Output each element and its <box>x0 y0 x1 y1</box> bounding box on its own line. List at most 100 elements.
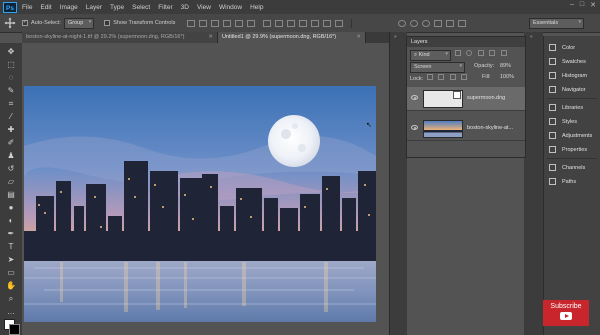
menu-view[interactable]: View <box>197 4 211 11</box>
filter-type-icon[interactable] <box>477 50 484 56</box>
zoom-tool-icon[interactable]: ⌕ <box>5 294 17 304</box>
eraser-tool-icon[interactable]: ▱ <box>5 177 17 187</box>
3d-rotate-icon[interactable] <box>410 19 419 27</box>
marquee-tool-icon[interactable]: ⬚ <box>5 60 17 70</box>
panel-histogram[interactable]: Histogram <box>549 72 587 79</box>
panel-channels[interactable]: Channels <box>549 164 585 171</box>
background-color-swatch[interactable] <box>9 324 20 335</box>
align-middle-icon[interactable] <box>199 19 208 27</box>
visibility-eye-icon[interactable] <box>411 125 418 130</box>
quick-select-tool-icon[interactable]: ✎ <box>5 86 17 96</box>
layer-row-supermoon[interactable]: supermoon.dng <box>407 87 525 111</box>
panel-navigator[interactable]: Navigator <box>549 86 586 93</box>
show-transform-checkbox[interactable] <box>104 20 111 26</box>
align-right-icon[interactable] <box>247 19 256 27</box>
eyedropper-tool-icon[interactable]: ⁄ <box>5 112 17 122</box>
history-brush-tool-icon[interactable]: ↺ <box>5 164 17 174</box>
lock-position-icon[interactable] <box>449 74 456 80</box>
lock-all-icon[interactable] <box>461 74 468 80</box>
panel-paths[interactable]: Paths <box>549 178 576 185</box>
hand-tool-icon[interactable]: ✋ <box>5 281 17 291</box>
3d-pan-icon[interactable] <box>434 19 443 27</box>
path-select-tool-icon[interactable]: ➤ <box>5 255 17 265</box>
collapse-arrows-icon[interactable]: » <box>394 34 397 40</box>
filter-pixel-icon[interactable] <box>454 50 461 56</box>
subscribe-button[interactable]: Subscribe <box>543 300 589 326</box>
menu-type[interactable]: Type <box>110 4 124 11</box>
3d-roll-icon[interactable] <box>422 19 431 27</box>
lasso-tool-icon[interactable]: ◌ <box>5 73 17 83</box>
menu-file[interactable]: File <box>22 4 32 11</box>
lock-brush-icon[interactable] <box>438 74 445 80</box>
align-center-icon[interactable] <box>235 19 244 27</box>
filter-adjust-icon[interactable] <box>466 50 473 56</box>
menu-3d[interactable]: 3D <box>181 4 189 11</box>
close-icon[interactable]: ✕ <box>590 1 596 9</box>
panel-styles[interactable]: Styles <box>549 118 577 125</box>
document-image[interactable] <box>24 86 376 322</box>
menu-help[interactable]: Help <box>250 4 263 11</box>
tab-untitled1[interactable]: Untitled1 @ 29.9% (supermoon.dng, RGB/16… <box>218 32 366 43</box>
distribute-top-icon[interactable] <box>263 19 272 27</box>
align-top-icon[interactable] <box>187 19 196 27</box>
brush-tool-icon[interactable]: ✐ <box>5 138 17 148</box>
close-tab-icon[interactable]: ✕ <box>356 32 361 43</box>
layer-row-boston-skyline[interactable]: boston-skyline-at... <box>407 117 525 141</box>
more-tools-icon[interactable]: … <box>5 307 17 317</box>
rectangle-tool-icon[interactable]: ▭ <box>5 268 17 278</box>
maximize-icon[interactable]: □ <box>580 1 584 9</box>
auto-select-dropdown[interactable]: Group <box>63 17 95 29</box>
fill-value[interactable]: 100% <box>500 74 514 80</box>
distribute-center-icon[interactable] <box>311 19 320 27</box>
menu-image[interactable]: Image <box>60 4 78 11</box>
move-tool-icon[interactable] <box>4 17 16 29</box>
paths-icon <box>549 178 556 185</box>
layers-panel-title[interactable]: Layers <box>407 37 525 47</box>
pen-tool-icon[interactable]: ✒ <box>5 229 17 239</box>
visibility-eye-icon[interactable] <box>411 95 418 100</box>
opacity-value[interactable]: 89% <box>500 63 511 69</box>
auto-select-checkbox[interactable] <box>22 20 28 26</box>
close-tab-icon[interactable]: ✕ <box>208 32 213 43</box>
menu-filter[interactable]: Filter <box>158 4 172 11</box>
workspace-dropdown[interactable]: Essentials <box>529 18 584 29</box>
panel-libraries[interactable]: Libraries <box>549 104 583 111</box>
menu-window[interactable]: Window <box>219 4 242 11</box>
panel-swatches[interactable]: Swatches <box>549 58 586 65</box>
layer-filter-dropdown[interactable]: ⌕ Kind <box>410 50 451 61</box>
align-left-icon[interactable] <box>223 19 232 27</box>
3d-slide-icon[interactable] <box>446 19 455 27</box>
lock-pixels-icon[interactable] <box>426 74 433 80</box>
collapsed-panels: Color Swatches Histogram Navigator Libra… <box>543 36 600 335</box>
crop-tool-icon[interactable]: ⌗ <box>5 99 17 109</box>
type-tool-icon[interactable]: T <box>5 242 17 252</box>
gradient-tool-icon[interactable]: ▤ <box>5 190 17 200</box>
blur-tool-icon[interactable]: ● <box>5 203 17 213</box>
align-bottom-icon[interactable] <box>211 19 220 27</box>
menu-select[interactable]: Select <box>132 4 150 11</box>
panel-properties[interactable]: Properties <box>549 146 587 153</box>
3d-scale-icon[interactable] <box>458 19 467 27</box>
panel-adjustments[interactable]: Adjustments <box>549 132 592 139</box>
panel-color[interactable]: Color <box>549 44 575 51</box>
opacity-label: Opacity: <box>474 63 495 69</box>
distribute-bottom-icon[interactable] <box>287 19 296 27</box>
canvas-area[interactable]: ↖ <box>22 43 389 335</box>
distribute-left-icon[interactable] <box>299 19 308 27</box>
distribute-middle-icon[interactable] <box>275 19 284 27</box>
filter-smart-icon[interactable] <box>500 50 507 56</box>
distribute-right-icon[interactable] <box>323 19 332 27</box>
menu-layer[interactable]: Layer <box>86 4 102 11</box>
filter-shape-icon[interactable] <box>489 50 496 56</box>
healing-brush-tool-icon[interactable]: ✚ <box>5 125 17 135</box>
minimize-icon[interactable]: – <box>570 1 574 9</box>
3d-mode-icon[interactable] <box>398 19 407 27</box>
blend-mode-dropdown[interactable]: Screen <box>410 62 465 73</box>
tab-boston-skyline[interactable]: boston-skyline-at-night-1.tif @ 29.2% (s… <box>22 32 218 43</box>
auto-align-icon[interactable] <box>335 19 344 27</box>
menu-edit[interactable]: Edit <box>40 4 51 11</box>
move-tool-icon[interactable]: ✥ <box>5 47 17 57</box>
clone-stamp-tool-icon[interactable]: ♟ <box>5 151 17 161</box>
collapse-arrows-icon[interactable]: « <box>530 34 533 40</box>
dodge-tool-icon[interactable]: ◐ <box>5 216 17 226</box>
